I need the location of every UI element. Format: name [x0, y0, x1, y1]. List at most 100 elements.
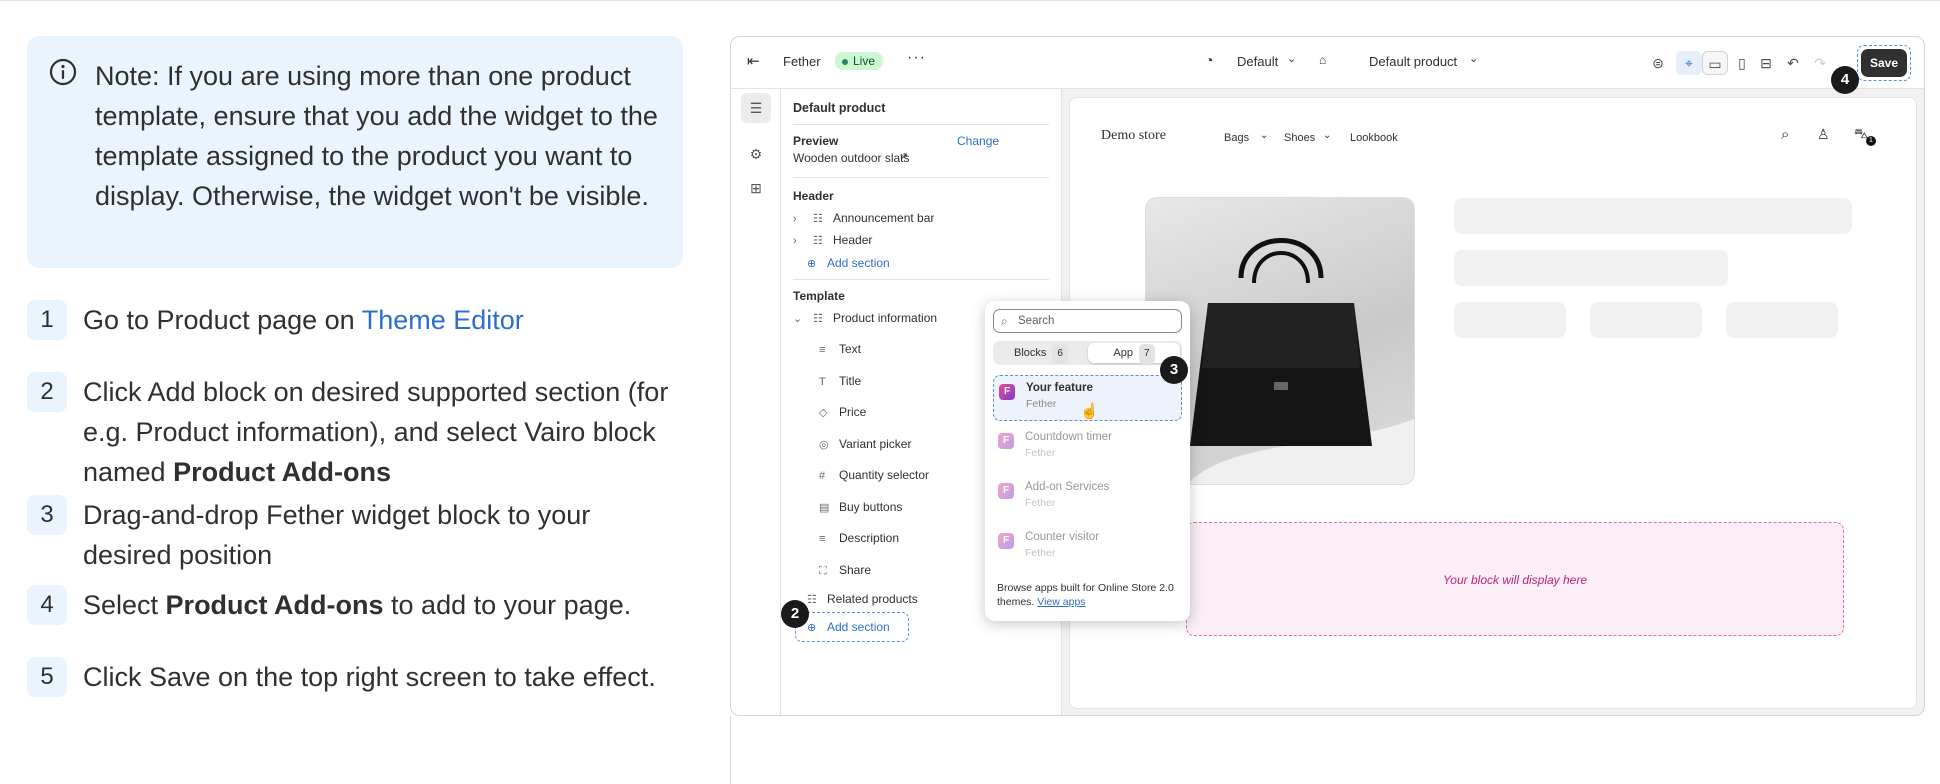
- block-share[interactable]: ⛶ Share: [819, 563, 871, 578]
- section-icon: ☷: [813, 235, 823, 247]
- sections-icon[interactable]: ⊜: [1645, 51, 1671, 75]
- search-input[interactable]: Search: [993, 309, 1182, 333]
- price-tag-icon: ◇: [819, 407, 828, 419]
- search-icon[interactable]: ⌕: [1781, 126, 1789, 143]
- more-icon[interactable]: ···: [907, 49, 926, 67]
- tab-label: Blocks: [1014, 347, 1047, 359]
- hand-cursor-icon: ☝: [1080, 403, 1099, 420]
- info-icon: [49, 58, 77, 86]
- block-label: Variant picker: [839, 437, 912, 451]
- block-label: Text: [839, 342, 862, 356]
- chevron-down-icon: ⌄: [1287, 53, 1297, 65]
- exit-icon[interactable]: ⇤: [747, 52, 760, 70]
- nav-lookbook[interactable]: Lookbook: [1350, 132, 1398, 144]
- app-block-vendor: Fether: [1025, 547, 1056, 559]
- inspector-icon[interactable]: ⌖: [1676, 51, 1702, 75]
- block-price[interactable]: ◇ Price: [819, 405, 866, 419]
- sidebar-item-product-information[interactable]: ⌄ ☷ Product information: [793, 311, 937, 325]
- nav-shoes[interactable]: Shoes: [1284, 132, 1315, 144]
- text-icon: ≡: [819, 344, 826, 356]
- block-label: Share: [839, 563, 872, 577]
- step-badge-4: 4: [1831, 66, 1859, 94]
- fether-logo-icon: F: [999, 384, 1015, 400]
- change-link[interactable]: Change: [957, 134, 999, 148]
- theme-editor-screenshot: ⇤ Fether Live ··· ◔ Default ⌄ ⌂ Default …: [730, 36, 1925, 716]
- buttons-icon: ▤: [819, 502, 830, 514]
- popover-tabs: Blocks 6 App 7: [993, 341, 1182, 365]
- mobile-icon[interactable]: ▯: [1729, 51, 1755, 75]
- add-block-popover: ⌕ Search Blocks 6 App 7 F Your feature Fet…: [985, 301, 1190, 621]
- sidebar-title: Default product: [793, 101, 886, 115]
- section-icon: ☷: [813, 213, 823, 225]
- option-skeleton: [1726, 302, 1838, 338]
- theme-select[interactable]: Default: [1237, 54, 1278, 69]
- step-text-part: to add to your page.: [383, 590, 632, 620]
- block-description[interactable]: ≡ Description: [819, 531, 899, 545]
- sidebar-item-header[interactable]: › ☷ Header: [793, 233, 872, 247]
- add-section-label: Add section: [827, 620, 890, 634]
- block-buy-buttons[interactable]: ▤ Buy buttons: [819, 500, 902, 514]
- block-drop-zone[interactable]: Your block will display here: [1186, 522, 1844, 636]
- step-text: Drag-and-drop Fether widget block to you…: [83, 500, 591, 570]
- block-label: Description: [839, 531, 900, 545]
- sections-rail-icon[interactable]: ☰: [741, 93, 771, 123]
- app-block-vendor: Fether: [1025, 497, 1056, 509]
- app-block-counter-visitor[interactable]: F Counter visitor Fether: [993, 525, 1182, 571]
- account-icon[interactable]: ♙: [1817, 126, 1830, 143]
- chevron-down-icon: ⌄: [1323, 130, 1332, 141]
- store-logo[interactable]: Demo store: [1101, 128, 1166, 144]
- app-block-name: Your feature: [1026, 382, 1093, 394]
- step-number: 2: [27, 372, 67, 412]
- block-text[interactable]: ≡ Text: [819, 342, 861, 356]
- nav-bags[interactable]: Bags: [1224, 132, 1249, 144]
- template-select[interactable]: Default product: [1369, 54, 1457, 69]
- editor-toolbar: ⇤ Fether Live ··· ◔ Default ⌄ ⌂ Default …: [731, 37, 1924, 89]
- app-block-vendor: Fether: [1025, 447, 1056, 459]
- save-button[interactable]: Save: [1861, 49, 1907, 77]
- add-section-button[interactable]: ⊕ Add section: [807, 256, 890, 270]
- block-variant-picker[interactable]: ◎ Variant picker: [819, 437, 911, 451]
- step-number: 1: [27, 300, 67, 340]
- view-apps-link[interactable]: View apps: [1037, 596, 1085, 608]
- app-block-add-on-services[interactable]: F Add-on Services Fether: [993, 475, 1182, 521]
- add-section-button-2[interactable]: ⊕ Add section: [807, 620, 890, 634]
- step-number: 5: [27, 657, 67, 697]
- sidebar-item-label: Related products: [827, 592, 918, 606]
- redo-icon[interactable]: ↷: [1807, 51, 1833, 75]
- theme-editor-link[interactable]: Theme Editor: [362, 305, 524, 335]
- block-quantity-selector[interactable]: # Quantity selector: [819, 468, 929, 482]
- tab-blocks[interactable]: Blocks 6: [995, 343, 1087, 364]
- editor-rail: ☰ ⚙ ⊞: [731, 89, 781, 715]
- desktop-icon[interactable]: ▭: [1702, 51, 1728, 75]
- fullscreen-icon[interactable]: ⊟: [1753, 51, 1779, 75]
- sidebar-item-related-products[interactable]: ☷ Related products: [807, 592, 918, 606]
- block-label: Price: [839, 405, 867, 419]
- apps-icon[interactable]: ⊞: [741, 173, 771, 203]
- tag-icon: ⌂: [1319, 53, 1327, 67]
- section-icon: ☷: [807, 594, 817, 606]
- step-text: Select Product Add-ons to add to your pa…: [83, 585, 703, 625]
- chevron-right-icon: ›: [793, 235, 797, 247]
- preview-label: Preview: [793, 134, 839, 148]
- app-name: Fether: [783, 54, 821, 69]
- external-link-icon[interactable]: ↗: [899, 150, 908, 163]
- tab-count: 6: [1052, 344, 1068, 364]
- app-block-countdown-timer[interactable]: F Countdown timer Fether: [993, 425, 1182, 471]
- app-block-name: Add-on Services: [1025, 481, 1110, 493]
- step-badge-2: 2: [781, 600, 809, 628]
- title-skeleton: [1454, 198, 1852, 234]
- fether-logo-icon: F: [998, 433, 1014, 449]
- app-block-name: Counter visitor: [1025, 531, 1100, 543]
- gear-icon[interactable]: ⚙: [741, 139, 771, 169]
- sidebar-item-announcement-bar[interactable]: › ☷ Announcement bar: [793, 211, 934, 225]
- option-skeleton: [1590, 302, 1702, 338]
- app-block-your-feature[interactable]: F Your feature Fether ☝: [993, 375, 1182, 421]
- text-icon: ≡: [819, 533, 826, 545]
- block-title[interactable]: T Title: [819, 374, 861, 388]
- info-note: Note: If you are using more than one pro…: [27, 36, 683, 268]
- popover-footer: Browse apps built for Online Store 2.0 t…: [997, 581, 1182, 609]
- live-badge: Live: [835, 52, 884, 70]
- undo-icon[interactable]: ↶: [1780, 51, 1806, 75]
- chevron-down-icon: ⌄: [793, 313, 803, 325]
- fether-logo-icon: F: [998, 533, 1014, 549]
